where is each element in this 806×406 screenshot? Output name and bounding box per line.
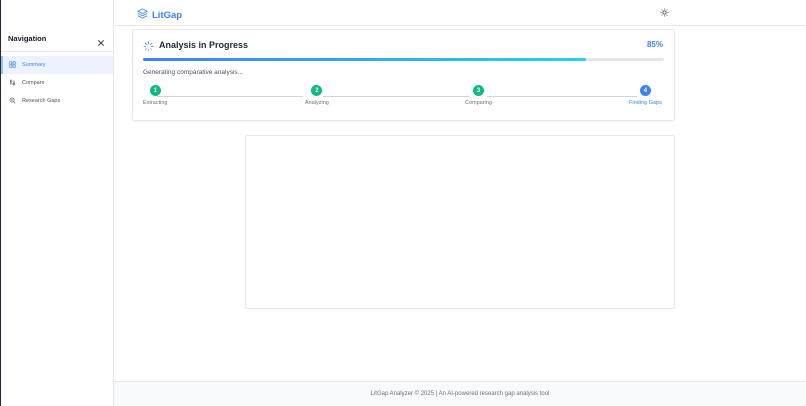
step-number: 2 xyxy=(311,85,323,96)
step-number: 1 xyxy=(149,85,161,96)
brand[interactable]: LitGap xyxy=(136,6,183,24)
spinner-icon xyxy=(143,39,154,52)
step-number: 4 xyxy=(639,85,651,96)
progress-percent: 85% xyxy=(646,40,663,49)
sidebar-header: Navigation xyxy=(1,0,113,52)
sidebar-item-compare[interactable]: Compare xyxy=(1,74,113,92)
sidebar-item-research-gaps[interactable]: Research Gaps xyxy=(1,92,113,110)
step-comparing: 3 Comparing xyxy=(465,84,492,106)
progress-status: Generating comparative analysis... xyxy=(143,69,244,76)
footer-text: LitGap Analyzer © 2025 | An AI-powered r… xyxy=(370,391,550,397)
close-icon[interactable] xyxy=(97,34,105,46)
progress-bar-fill xyxy=(143,58,586,61)
analysis-progress-card: Analysis in Progress 85% Generating comp… xyxy=(132,29,675,121)
sun-icon xyxy=(659,4,669,22)
step-connector xyxy=(323,96,469,97)
top-header: LitGap xyxy=(114,0,806,26)
sidebar-item-label: Summary xyxy=(22,62,46,68)
brand-name: LitGap xyxy=(152,9,183,21)
compare-arrows-icon xyxy=(9,78,16,88)
step-extracting: 1 Extracting xyxy=(143,84,167,106)
sidebar-item-label: Research Gaps xyxy=(22,98,61,104)
sidebar-item-summary[interactable]: Summary xyxy=(1,56,113,74)
sidebar: Navigation Summary Compare Research Gaps xyxy=(1,0,114,406)
step-connector xyxy=(487,96,637,97)
grid-icon xyxy=(9,60,16,70)
layers-icon xyxy=(136,6,149,24)
progress-bar xyxy=(143,58,664,61)
search-icon xyxy=(9,97,16,106)
sidebar-nav: Summary Compare Research Gaps xyxy=(1,52,113,110)
step-label: Finding Gaps xyxy=(629,100,662,106)
results-panel xyxy=(245,135,675,309)
sidebar-title: Navigation xyxy=(8,34,47,43)
step-finding-gaps: 4 Finding Gaps xyxy=(629,84,662,106)
step-label: Analyzing xyxy=(305,100,329,106)
progress-title: Analysis in Progress xyxy=(159,40,249,50)
step-label: Extracting xyxy=(143,100,168,106)
step-label: Comparing xyxy=(465,100,492,106)
theme-toggle-button[interactable] xyxy=(658,7,670,19)
step-connector xyxy=(157,96,303,97)
footer: LitGap Analyzer © 2025 | An AI-powered r… xyxy=(114,381,806,406)
step-analyzing: 2 Analyzing xyxy=(305,84,329,106)
sidebar-item-label: Compare xyxy=(22,80,45,86)
progress-steps: 1 Extracting 2 Analyzing 3 Comparing 4 F… xyxy=(143,84,664,114)
step-number: 3 xyxy=(472,85,484,96)
